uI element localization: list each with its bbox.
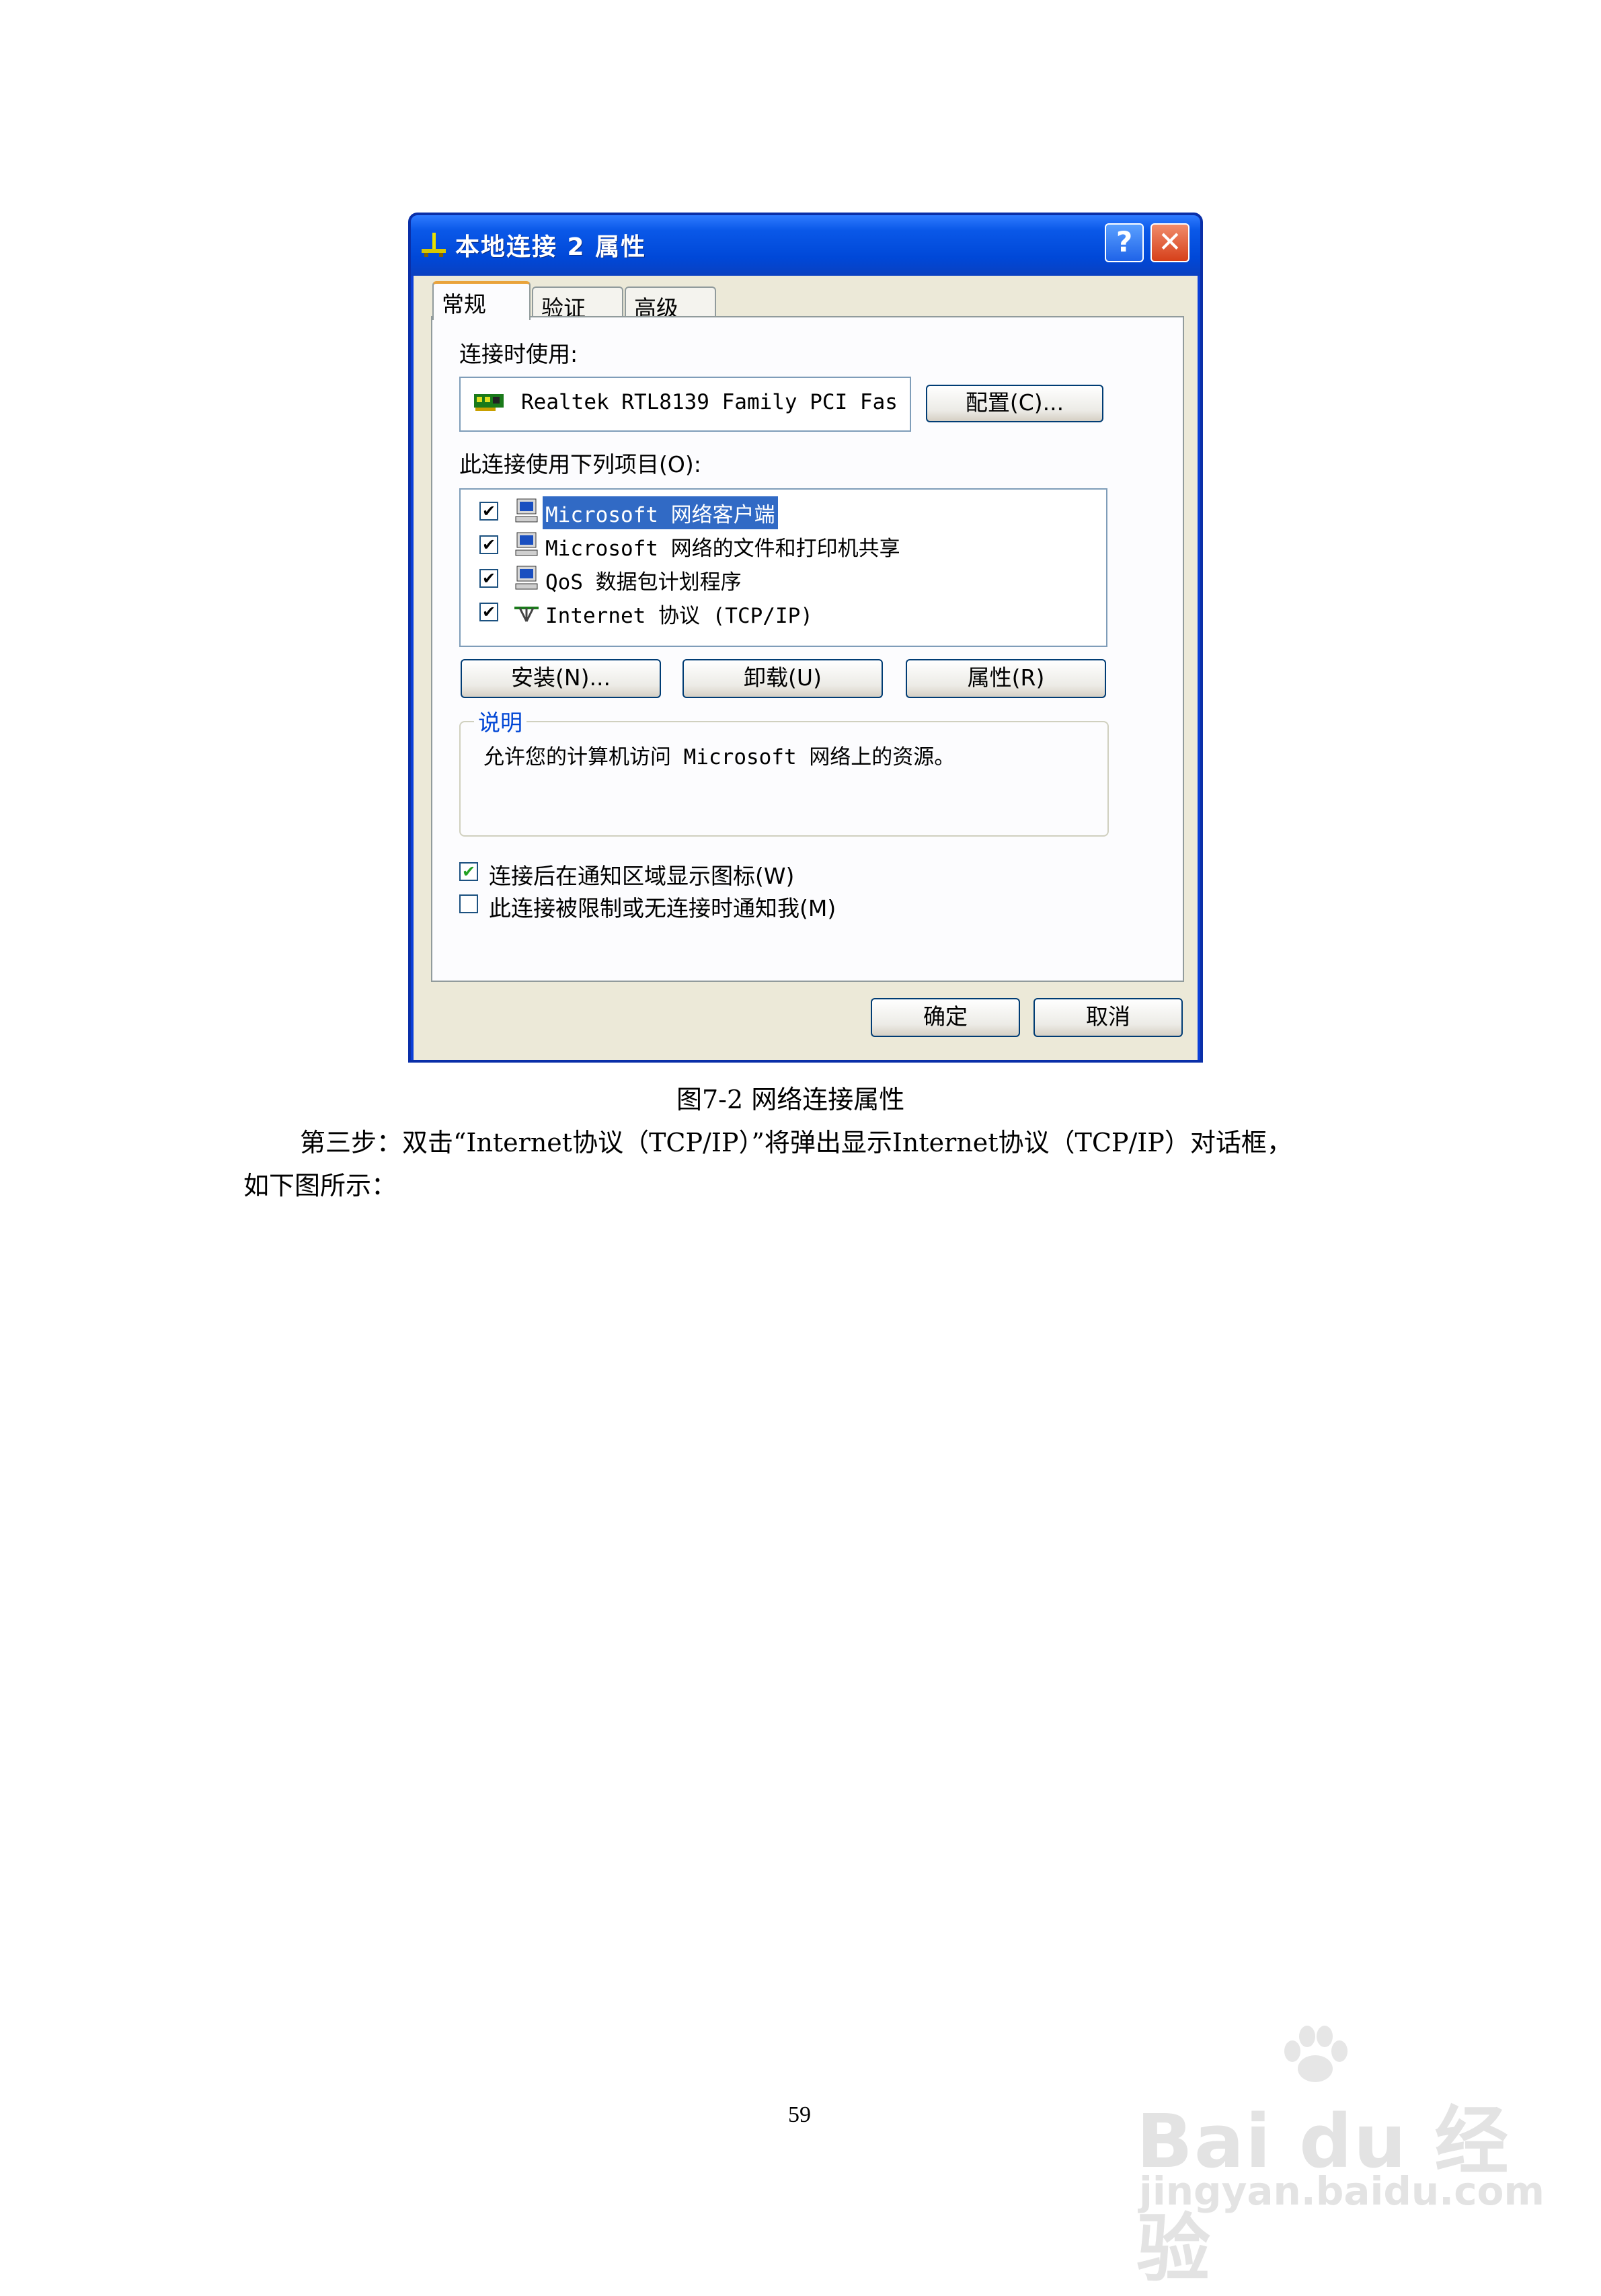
computer-icon <box>515 498 538 523</box>
item-checkbox[interactable]: ✔ <box>479 569 498 588</box>
notify-label: 此连接被限制或无连接时通知我(M) <box>489 895 836 921</box>
description-title: 说明 <box>474 705 526 737</box>
item-label: QoS 数据包计划程序 <box>545 570 742 595</box>
computer-icon <box>515 532 538 556</box>
tab-panel-general: 连接时使用: Realtek RTL8139 Family PCI Fas 配置… <box>431 316 1184 982</box>
description-text: 允许您的计算机访问 Microsoft 网络上的资源。 <box>483 745 955 769</box>
paragraph-line-2: 如下图所示： <box>243 1171 397 1200</box>
computer-icon <box>515 566 538 590</box>
properties-button[interactable]: 属性(R) <box>906 659 1106 698</box>
list-item[interactable]: ✔ Microsoft 网络客户端 <box>473 495 1105 529</box>
configure-button[interactable]: 配置(C)... <box>926 385 1103 422</box>
ok-button[interactable]: 确定 <box>871 998 1020 1037</box>
dialog-client-area: 常规 验证 高级 连接时使用: Realtek RTL8139 Family P… <box>414 276 1198 1060</box>
notify-checkbox[interactable] <box>459 894 478 913</box>
show-icon-option[interactable]: ✔ 连接后在通知区域显示图标(W) <box>459 858 930 889</box>
tab-general[interactable]: 常规 <box>432 281 531 320</box>
item-label: Microsoft 网络客户端 <box>543 496 778 529</box>
watermark-url: jingyan.baidu.com <box>1139 2168 1545 2214</box>
title-bar[interactable]: 本地连接 2 属性 ? ✕ <box>411 215 1200 276</box>
paragraph-line-1: 第三步：双击“Internet协议（TCP/IP）”将弹出显示Internet协… <box>300 1128 1292 1157</box>
figure-caption: 图7-2 网络连接属性 <box>676 1085 905 1114</box>
network-protocol-icon <box>514 607 539 622</box>
close-button[interactable]: ✕ <box>1150 223 1189 262</box>
items-label: 此连接使用下列项目(O): <box>459 451 701 477</box>
item-checkbox[interactable]: ✔ <box>479 502 498 521</box>
install-button[interactable]: 安装(N)... <box>461 659 661 698</box>
show-icon-checkbox[interactable]: ✔ <box>459 862 478 881</box>
components-list[interactable]: ✔ Microsoft 网络客户端 ✔ Microsoft 网络的文件和打印机共… <box>459 488 1107 647</box>
list-item[interactable]: ✔ Microsoft 网络的文件和打印机共享 <box>473 529 1105 561</box>
network-connection-icon <box>422 233 446 257</box>
network-adapter-icon <box>474 394 504 411</box>
list-item[interactable]: ✔ Internet 协议 (TCP/IP) <box>473 596 1105 628</box>
tab-authentication[interactable]: 验证 <box>532 286 623 321</box>
baidu-jingyan-watermark: Bai du 经验 jingyan.baidu.com <box>1136 2024 1545 2292</box>
notify-option[interactable]: 此连接被限制或无连接时通知我(M) <box>459 890 930 921</box>
help-button[interactable]: ? <box>1105 223 1144 262</box>
item-checkbox[interactable]: ✔ <box>479 603 498 621</box>
list-item[interactable]: ✔ QoS 数据包计划程序 <box>473 562 1105 595</box>
item-label: Microsoft 网络的文件和打印机共享 <box>545 537 900 561</box>
item-label: Internet 协议 (TCP/IP) <box>545 604 813 628</box>
adapter-name: Realtek RTL8139 Family PCI Fas <box>521 390 898 414</box>
properties-dialog: 本地连接 2 属性 ? ✕ 常规 验证 高级 连接时使用: Realtek RT… <box>408 213 1203 1063</box>
uninstall-button[interactable]: 卸载(U) <box>682 659 883 698</box>
description-group: 说明 允许您的计算机访问 Microsoft 网络上的资源。 <box>459 705 1109 837</box>
connect-using-label: 连接时使用: <box>459 341 578 367</box>
paw-logo-icon <box>1284 2026 1348 2082</box>
item-checkbox[interactable]: ✔ <box>479 535 498 554</box>
page-number: 59 <box>788 2102 811 2127</box>
cancel-button[interactable]: 取消 <box>1033 998 1183 1037</box>
dialog-title: 本地连接 2 属性 <box>455 233 647 261</box>
adapter-field: Realtek RTL8139 Family PCI Fas <box>459 377 911 432</box>
show-icon-label: 连接后在通知区域显示图标(W) <box>489 863 795 889</box>
tab-advanced[interactable]: 高级 <box>625 286 716 321</box>
